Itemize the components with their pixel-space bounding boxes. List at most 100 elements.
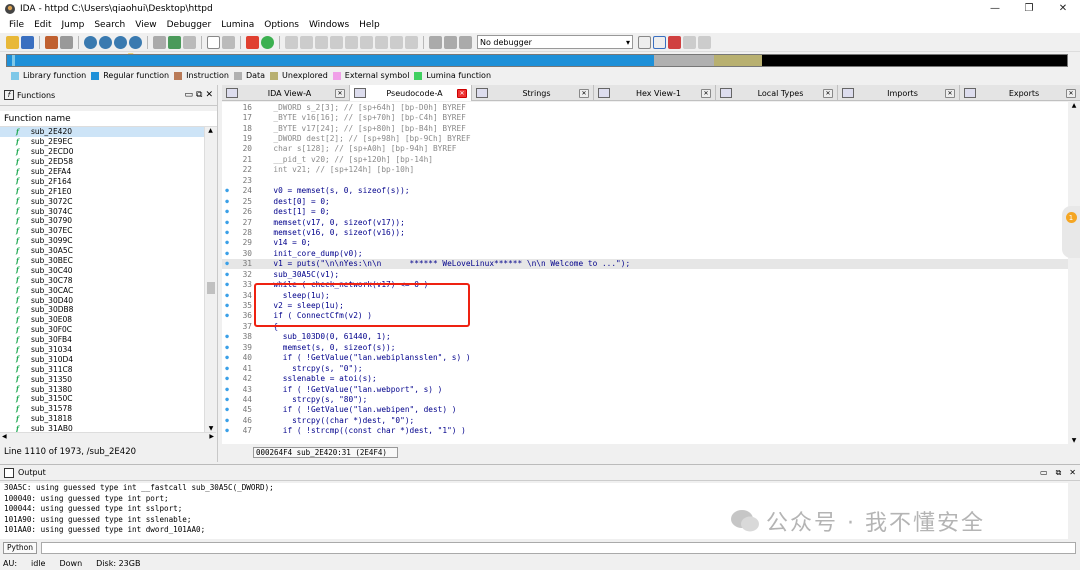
- code-line[interactable]: ● 40 if ( !GetValue("lan.webiplansslen", …: [222, 353, 1068, 363]
- tab-close-icon[interactable]: ✕: [1066, 88, 1076, 98]
- breakpoint-dot-icon[interactable]: ●: [222, 365, 232, 372]
- menu-options[interactable]: Options: [259, 20, 304, 30]
- function-row[interactable]: f sub_30DB8: [0, 305, 204, 315]
- minimize-button[interactable]: —: [978, 0, 1012, 17]
- panel-restore-icon[interactable]: ▭: [1040, 468, 1048, 477]
- code-line[interactable]: ● 33 while ( check_network(v17) <= 0 ): [222, 279, 1068, 289]
- breakpoint-dot-icon[interactable]: ●: [222, 281, 232, 288]
- proximity-view-icon[interactable]: [99, 35, 112, 49]
- breakpoint-dot-icon[interactable]: ●: [222, 260, 232, 267]
- breakpoint-dot-icon[interactable]: ●: [222, 292, 232, 299]
- breakpoint-dot-icon[interactable]: ●: [222, 427, 232, 434]
- function-row[interactable]: f sub_310D4: [0, 354, 204, 364]
- tab-strings[interactable]: Strings ✕: [472, 85, 594, 101]
- notification-badge[interactable]: 1: [1062, 206, 1080, 258]
- code-line[interactable]: 19 _DWORD dest[2]; // [sp+98h] [bp-9Ch] …: [222, 133, 1068, 143]
- function-row[interactable]: f sub_30C78: [0, 275, 204, 285]
- function-row[interactable]: f sub_307EC: [0, 226, 204, 236]
- code-line[interactable]: ● 47 if ( !strcmp((const char *)dest, "1"…: [222, 426, 1068, 436]
- code-line[interactable]: ● 42 sslenable = atoi(s);: [222, 373, 1068, 383]
- c-icon[interactable]: [638, 35, 651, 49]
- function-row[interactable]: f sub_2EFA4: [0, 167, 204, 177]
- code-line[interactable]: ● 36 if ( ConnectCfm(v2) ): [222, 311, 1068, 321]
- function-row[interactable]: f sub_31034: [0, 345, 204, 355]
- tab-local-types[interactable]: Local Types ✕: [716, 85, 838, 101]
- code-line[interactable]: 18 _BYTE v17[24]; // [sp+80h] [bp-B4h] B…: [222, 123, 1068, 133]
- code-line[interactable]: ● 24 v0 = memset(s, 0, sizeof(s));: [222, 186, 1068, 196]
- code-line[interactable]: ● 27 memset(v17, 0, sizeof(v17));: [222, 217, 1068, 227]
- save-icon[interactable]: [21, 35, 34, 49]
- menu-view[interactable]: View: [130, 20, 161, 30]
- menu-windows[interactable]: Windows: [304, 20, 354, 30]
- breakpoint-dot-icon[interactable]: ●: [222, 354, 232, 361]
- function-row[interactable]: f sub_3099C: [0, 236, 204, 246]
- c-active-icon[interactable]: [653, 35, 666, 49]
- format-dropdown-icon[interactable]: [222, 35, 235, 49]
- breakpoint-dot-icon[interactable]: ●: [222, 187, 232, 194]
- graph-view-icon[interactable]: [84, 35, 97, 49]
- code-line[interactable]: ● 45 if ( !GetValue("lan.webipen", dest) …: [222, 405, 1068, 415]
- breakpoint-dot-icon[interactable]: ●: [222, 271, 232, 278]
- code-line[interactable]: ● 41 strcpy(s, "0");: [222, 363, 1068, 373]
- menu-file[interactable]: File: [4, 20, 29, 30]
- menu-help[interactable]: Help: [354, 20, 385, 30]
- debugger-select[interactable]: No debugger ▾: [477, 35, 633, 49]
- function-row[interactable]: f sub_30CAC: [0, 285, 204, 295]
- menu-search[interactable]: Search: [89, 20, 130, 30]
- breakpoint-dot-icon[interactable]: ●: [222, 250, 232, 257]
- undo-icon[interactable]: [360, 35, 373, 49]
- panel-close-icon[interactable]: ✕: [205, 90, 213, 100]
- menu-jump[interactable]: Jump: [57, 20, 90, 30]
- list-icon[interactable]: [183, 35, 196, 49]
- code-line[interactable]: 21 __pid_t v20; // [sp+120h] [bp-14h]: [222, 154, 1068, 164]
- functions-hscrollbar[interactable]: ◀ ▶: [0, 432, 216, 442]
- scroll-thumb[interactable]: [207, 282, 215, 294]
- function-row[interactable]: f sub_30FB4: [0, 335, 204, 345]
- patch-icon[interactable]: [345, 35, 358, 49]
- structures-icon[interactable]: [153, 35, 166, 49]
- function-row[interactable]: f sub_2E9EC: [0, 137, 204, 147]
- panel-close-icon[interactable]: ✕: [1069, 468, 1076, 477]
- function-row[interactable]: f sub_30A5C: [0, 246, 204, 256]
- tab-imports[interactable]: Imports ✕: [838, 85, 960, 101]
- breakpoint-dot-icon[interactable]: ●: [222, 386, 232, 393]
- scroll-up-icon[interactable]: ▲: [205, 127, 216, 134]
- panel-float-icon[interactable]: ⧉: [1056, 468, 1062, 478]
- function-row[interactable]: f sub_2F1E0: [0, 186, 204, 196]
- breakpoint-dot-icon[interactable]: ●: [222, 302, 232, 309]
- code-line[interactable]: ● 46 strcpy((char *)dest, "0");: [222, 415, 1068, 425]
- panel-float-icon[interactable]: ⧉: [196, 90, 202, 100]
- code-line[interactable]: ● 39 memset(s, 0, sizeof(s));: [222, 342, 1068, 352]
- code-line[interactable]: ● 43 if ( !GetValue("lan.webport", s) ): [222, 384, 1068, 394]
- jump-icon[interactable]: [168, 35, 181, 49]
- back-icon[interactable]: [45, 35, 58, 49]
- breakpoint-dot-icon[interactable]: ●: [222, 312, 232, 319]
- function-row[interactable]: f sub_3072C: [0, 196, 204, 206]
- scroll-up-icon[interactable]: ▲: [1068, 102, 1080, 109]
- code-line[interactable]: 23: [222, 175, 1068, 185]
- code-line[interactable]: ● 38 sub_103D0(0, 61440, 1);: [222, 332, 1068, 342]
- tab-close-icon[interactable]: ✕: [945, 88, 955, 98]
- list-red-icon[interactable]: [683, 35, 696, 49]
- pseudocode-scrollbar[interactable]: ▲ ▼: [1068, 102, 1080, 444]
- breakpoint-dot-icon[interactable]: ●: [222, 417, 232, 424]
- breakpoint-dot-icon[interactable]: ●: [222, 406, 232, 413]
- breakpoint-dot-icon[interactable]: ●: [222, 333, 232, 340]
- tab-hex-view-1[interactable]: Hex View-1 ✕: [594, 85, 716, 101]
- analysis-icon[interactable]: [390, 35, 403, 49]
- hex-view-icon[interactable]: [129, 35, 142, 49]
- scroll-left-icon[interactable]: ◀: [2, 433, 7, 440]
- breakpoint-icon[interactable]: [246, 35, 259, 49]
- function-row[interactable]: f sub_30C40: [0, 265, 204, 275]
- scroll-down-icon[interactable]: ▼: [1068, 437, 1080, 444]
- code-line[interactable]: ● 34 sleep(1u);: [222, 290, 1068, 300]
- code-line[interactable]: ● 28 memset(v16, 0, sizeof(v16));: [222, 227, 1068, 237]
- code-line[interactable]: ● 35 v2 = sleep(1u);: [222, 300, 1068, 310]
- function-row[interactable]: f sub_31578: [0, 404, 204, 414]
- code-line[interactable]: 16 _DWORD s_2[3]; // [sp+64h] [bp-D0h] B…: [222, 102, 1068, 112]
- breakpoint-dot-icon[interactable]: ●: [222, 396, 232, 403]
- flag-icon[interactable]: [668, 35, 681, 49]
- tab-exports[interactable]: Exports ✕: [960, 85, 1080, 101]
- breakpoint-dot-icon[interactable]: ●: [222, 219, 232, 226]
- menu-debugger[interactable]: Debugger: [162, 20, 217, 30]
